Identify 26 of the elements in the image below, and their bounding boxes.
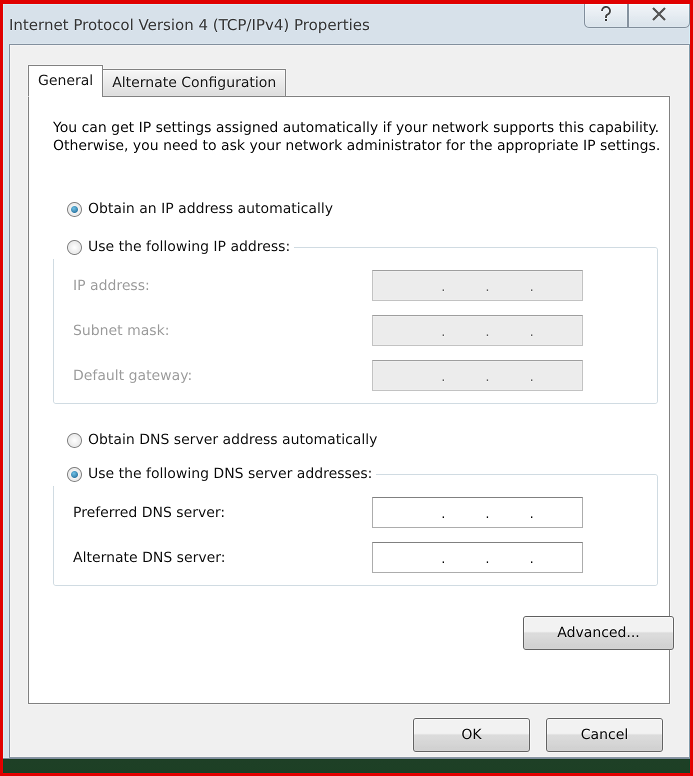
window-title: Internet Protocol Version 4 (TCP/IPv4) Properties (9, 16, 370, 34)
radio-button[interactable] (67, 432, 82, 448)
radio-label[interactable]: Use the following DNS server addresses: (88, 466, 372, 482)
help-button[interactable] (584, 4, 628, 28)
close-button[interactable] (628, 4, 690, 28)
close-icon (651, 7, 667, 21)
radio-button[interactable] (67, 202, 82, 216)
radio-button[interactable] (67, 240, 82, 254)
advanced-button[interactable]: Advanced... (523, 616, 674, 650)
ip-address-field[interactable]: . . . (372, 542, 583, 573)
field-label: Default gateway: (73, 368, 192, 384)
field-label: Subnet mask: (73, 322, 170, 338)
radio-button[interactable] (67, 466, 82, 482)
radio-label[interactable]: Use the following IP address: (88, 239, 290, 255)
ip-address-field[interactable]: . . . (372, 497, 583, 528)
field-label: Alternate DNS server: (73, 550, 226, 566)
field-label: IP address: (73, 278, 150, 294)
field-label: Preferred DNS server: (73, 504, 226, 520)
description-text: You can get IP settings assigned automatically if your network supports this capability. Otherwise, you need to ask your network administrator for the appropriate IP settings. (53, 119, 662, 155)
dialog-button[interactable]: OK (413, 718, 530, 752)
tab[interactable]: General (28, 65, 104, 97)
radio-label[interactable]: Obtain DNS server address automatically (88, 432, 378, 448)
dialog-button[interactable]: Cancel (546, 718, 663, 752)
tab[interactable]: Alternate Configuration (102, 69, 286, 97)
radio-label[interactable]: Obtain an IP address automatically (88, 201, 334, 217)
help-icon (600, 6, 612, 22)
